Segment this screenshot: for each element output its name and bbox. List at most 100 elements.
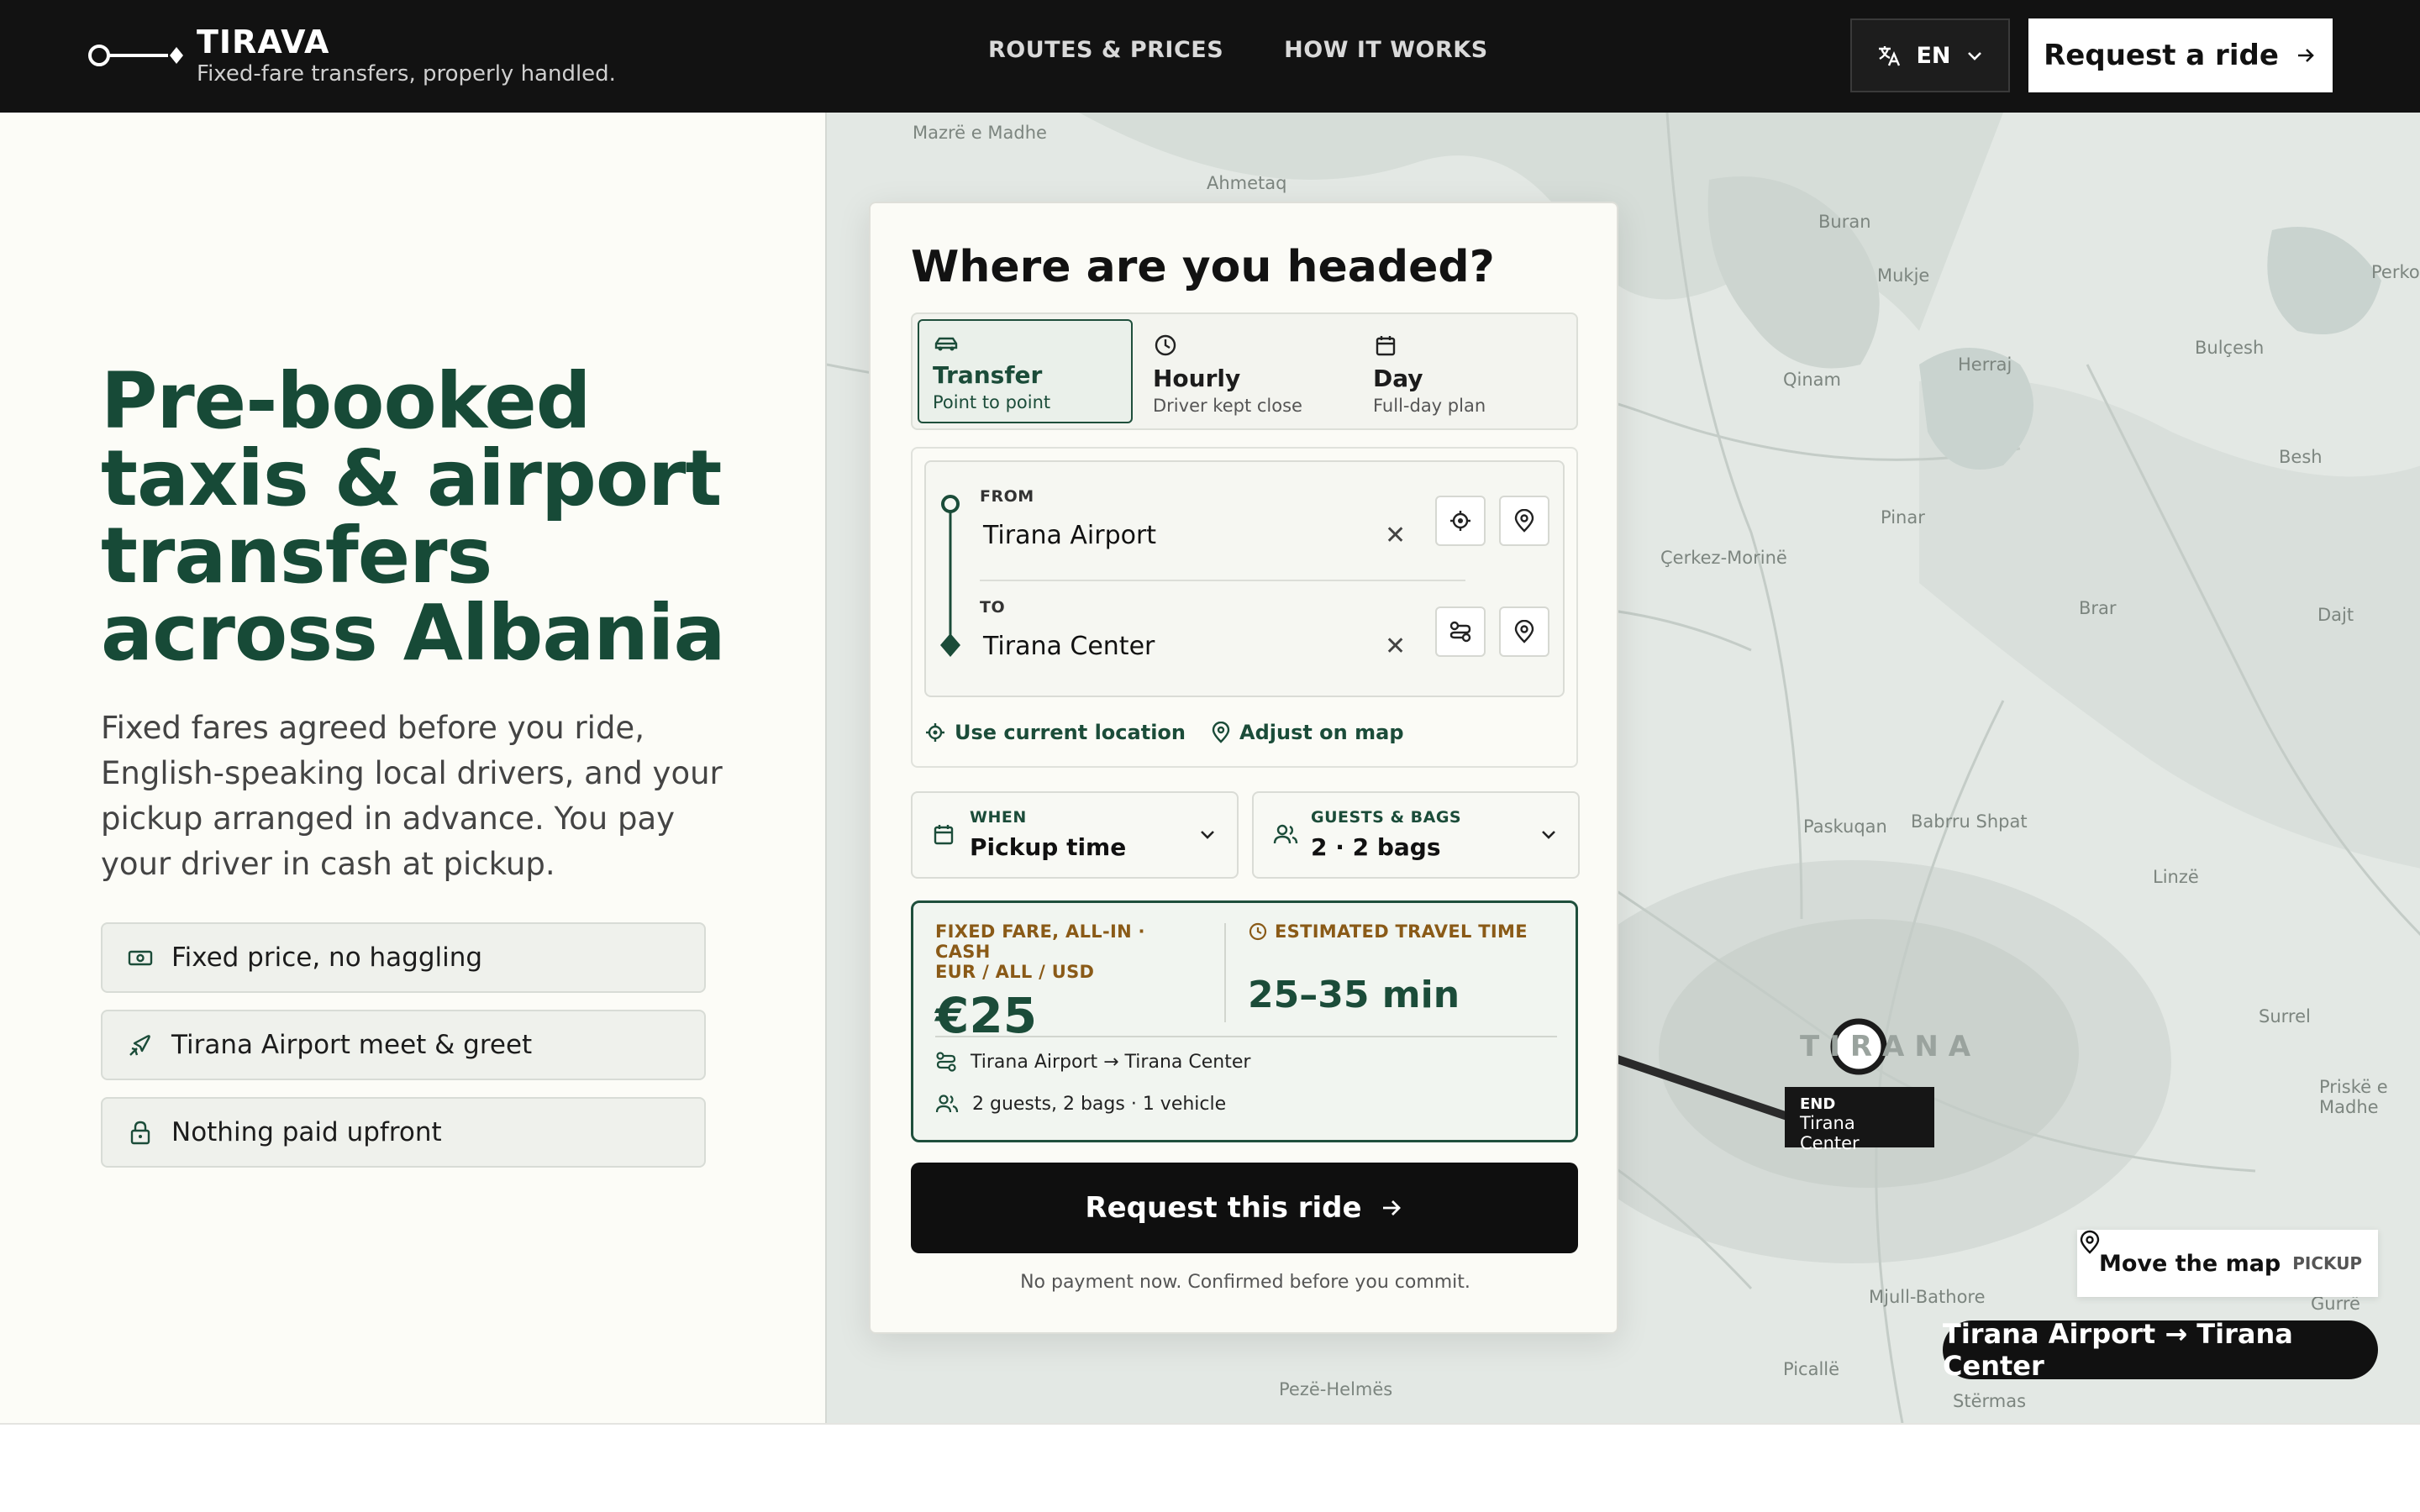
pickup-time-select[interactable]: WHEN Pickup time [911, 791, 1239, 879]
clear-to-icon[interactable]: ✕ [1385, 632, 1406, 661]
clear-from-icon[interactable]: ✕ [1385, 521, 1406, 550]
brand[interactable]: TIRAVA Fixed-fare transfers, properly ha… [87, 24, 616, 87]
feature-meet-greet: Tirana Airport meet & greet [101, 1010, 706, 1080]
hero-section: Pre-booked taxis & airport transfers acr… [101, 363, 790, 887]
map-place-label: Mazrë e Madhe [913, 123, 1047, 143]
end-pin-label: END Tirana Center [1785, 1087, 1934, 1153]
request-this-ride-button[interactable]: Request this ride [911, 1163, 1578, 1253]
hero-title-line: across Albania [101, 588, 726, 678]
car-icon [934, 337, 958, 351]
users-icon [935, 1095, 959, 1113]
language-selector[interactable]: EN [1850, 18, 2010, 92]
field-divider [980, 580, 1465, 581]
request-ride-button[interactable]: Request a ride [2028, 18, 2333, 92]
tab-transfer[interactable]: Transfer Point to point [918, 319, 1133, 423]
tab-hourly[interactable]: Hourly Driver kept close [1139, 319, 1355, 423]
map-place-label: Qinam [1783, 370, 1841, 390]
clock-icon [1249, 922, 1267, 941]
fare-label: FIXED FARE, ALL-IN · CASH [935, 921, 1145, 962]
translate-icon [1879, 46, 1901, 66]
booking-card: Where are you headed? Transfer Point to … [869, 202, 1618, 1334]
to-input[interactable]: Tirana Center [983, 632, 1155, 661]
arrow-right-icon [1382, 1200, 1401, 1215]
brand-name: TIRAVA [197, 24, 330, 60]
pin-to-button[interactable] [1499, 606, 1549, 657]
payment-note: No payment now. Confirmed before you com… [1020, 1272, 1470, 1293]
map-place-label: Stërmas [1953, 1391, 2027, 1411]
use-location-label: Use current location [955, 721, 1186, 744]
mode-title: Day [1373, 365, 1423, 392]
fare-currencies: EUR / ALL / USD [935, 962, 1095, 982]
tab-day[interactable]: Day Full-day plan [1360, 319, 1575, 423]
map-place-label: Bulçesh [2195, 338, 2265, 358]
summary-party: 2 guests, 2 bags · 1 vehicle [972, 1093, 1227, 1115]
chevron-down-icon [1542, 831, 1555, 839]
mode-title: Transfer [933, 361, 1043, 389]
map-place-label: Buran [1818, 212, 1871, 232]
use-current-location-link[interactable]: Use current location [924, 721, 1186, 744]
to-label: TO [980, 598, 1006, 617]
adjust-map-label: Adjust on map [1239, 721, 1404, 744]
guests-bags-select[interactable]: GUESTS & BAGS 2 · 2 bags [1252, 791, 1580, 879]
route-inputs: FROM Tirana Airport ✕ TO Tirana Center ✕ [924, 460, 1565, 697]
map-city-label: TIRANA [1800, 1030, 1981, 1063]
summary-route-row: Tirana Airport → Tirana Center [935, 1051, 1250, 1073]
hero-title-line: taxis & airport [101, 433, 722, 523]
map-place-label: Perko [2371, 262, 2420, 282]
summary-party-row: 2 guests, 2 bags · 1 vehicle [935, 1093, 1226, 1115]
brand-tagline: Fixed-fare transfers, properly handled. [197, 61, 616, 87]
map-place-label: Surrel [2259, 1006, 2311, 1026]
adjust-on-map-link[interactable]: Adjust on map [1211, 721, 1404, 744]
fare-divider [1224, 923, 1226, 1022]
travel-time-block: ESTIMATED TRAVEL TIME 25–35 min [1248, 921, 1528, 1016]
brand-logo-icon [87, 24, 188, 87]
map-place-label: Pezë-Helmës [1279, 1379, 1393, 1399]
map-pin-icon [1212, 722, 1230, 743]
mode-subtitle: Point to point [933, 392, 1051, 412]
map-place-label: Paskuqan [1803, 816, 1887, 837]
map-place-label: Brar [2079, 598, 2117, 618]
feature-nothing-upfront: Nothing paid upfront [101, 1097, 706, 1168]
route-fields: FROM Tirana Airport ✕ TO Tirana Center ✕ [911, 447, 1578, 768]
from-input[interactable]: Tirana Airport [983, 521, 1156, 550]
fare-block: FIXED FARE, ALL-IN · CASH EUR / ALL / US… [935, 921, 1204, 1044]
when-label: WHEN [970, 808, 1027, 827]
map-place-label: Priskë e Madhe [2319, 1077, 2388, 1117]
chevron-down-icon [1201, 831, 1214, 839]
map-place-label: Dajt [2317, 605, 2354, 625]
language-code: EN [1916, 42, 1951, 69]
guests-value: 2 · 2 bags [1311, 833, 1441, 861]
booking-title: Where are you headed? [911, 242, 1495, 292]
from-label: FROM [980, 487, 1034, 506]
plane-icon [126, 1031, 155, 1059]
move-map-mode: PICKUP [2292, 1253, 2363, 1273]
hero-description: Fixed fares agreed before you ride, Engl… [101, 710, 723, 882]
locate-from-button[interactable] [1435, 496, 1486, 546]
nav-routes-prices[interactable]: ROUTES & PRICES [988, 37, 1223, 63]
feature-label: Fixed price, no haggling [171, 942, 483, 973]
feature-label: Tirana Airport meet & greet [171, 1030, 533, 1060]
route-connector-icon [940, 495, 960, 657]
lock-icon [126, 1118, 155, 1147]
page-footer-area [0, 1423, 2420, 1512]
nav-how-it-works[interactable]: HOW IT WORKS [1284, 37, 1488, 63]
feature-label: Nothing paid upfront [171, 1117, 442, 1147]
fare-summary: FIXED FARE, ALL-IN · CASH EUR / ALL / US… [911, 900, 1578, 1142]
feature-list: Fixed price, no haggling Tirana Airport … [101, 922, 706, 1184]
time-value: 25–35 min [1248, 974, 1460, 1016]
route-icon [936, 1052, 956, 1072]
swap-route-button[interactable] [1435, 606, 1486, 657]
chevron-down-icon [1967, 52, 1981, 60]
arrow-right-icon [2297, 49, 2314, 62]
end-place: Tirana Center [1800, 1113, 1860, 1153]
time-label-row: ESTIMATED TRAVEL TIME [1248, 921, 1528, 942]
map-pin-icon [2080, 1230, 2100, 1254]
feature-fixed-price: Fixed price, no haggling [101, 922, 706, 993]
cash-icon [126, 943, 155, 972]
route-summary-chip: Tirana Airport → Tirana Center [1943, 1318, 2378, 1382]
end-tag: END [1800, 1095, 1836, 1113]
pin-from-button[interactable] [1499, 496, 1549, 546]
map-place-label: Babrru Shpat [1911, 811, 2028, 832]
clock-icon [1155, 334, 1176, 356]
move-map-button[interactable]: Move the map PICKUP [2077, 1230, 2378, 1297]
